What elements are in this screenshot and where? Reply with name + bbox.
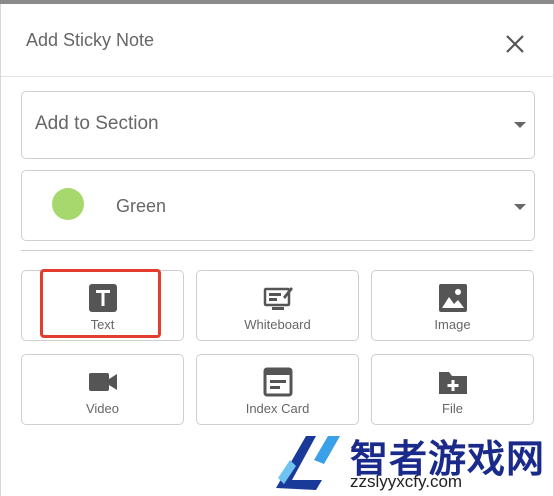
close-icon[interactable] [501,30,529,58]
note-type-video[interactable]: Video [21,354,184,425]
note-type-label: Video [85,401,119,416]
watermark-url: zzslyyxcfy.com [350,472,463,491]
note-type-image[interactable]: Image [371,270,534,341]
add-sticky-note-dialog: Add Sticky Note Add to Section Green Tex… [0,4,554,496]
dialog-title: Add Sticky Note [26,30,155,50]
index-card-icon [263,367,293,397]
file-add-icon [439,372,467,394]
color-swatch [52,188,84,220]
video-icon [89,373,117,391]
note-type-label: Whiteboard [244,317,311,332]
chevron-down-icon [514,204,526,210]
watermark-logo-icon [276,436,340,490]
divider [21,250,533,251]
note-type-whiteboard[interactable]: Whiteboard [196,270,359,341]
color-select[interactable]: Green [21,170,535,241]
note-type-label: Index Card [245,401,310,416]
note-type-label: Image [434,317,471,332]
highlight-box [40,269,161,338]
note-type-file[interactable]: File [371,354,534,425]
watermark: 智者游戏网 zzslyyxcfy.com [270,430,554,496]
chevron-down-icon [514,122,526,128]
note-type-index-card[interactable]: Index Card [196,354,359,425]
note-type-label: File [442,401,463,416]
section-select[interactable]: Add to Section [21,91,535,159]
dialog-header: Add Sticky Note [1,4,553,77]
section-select-value: Add to Section [35,113,159,134]
color-select-value: Green [116,196,167,216]
image-icon [439,284,467,312]
whiteboard-icon [263,287,293,310]
